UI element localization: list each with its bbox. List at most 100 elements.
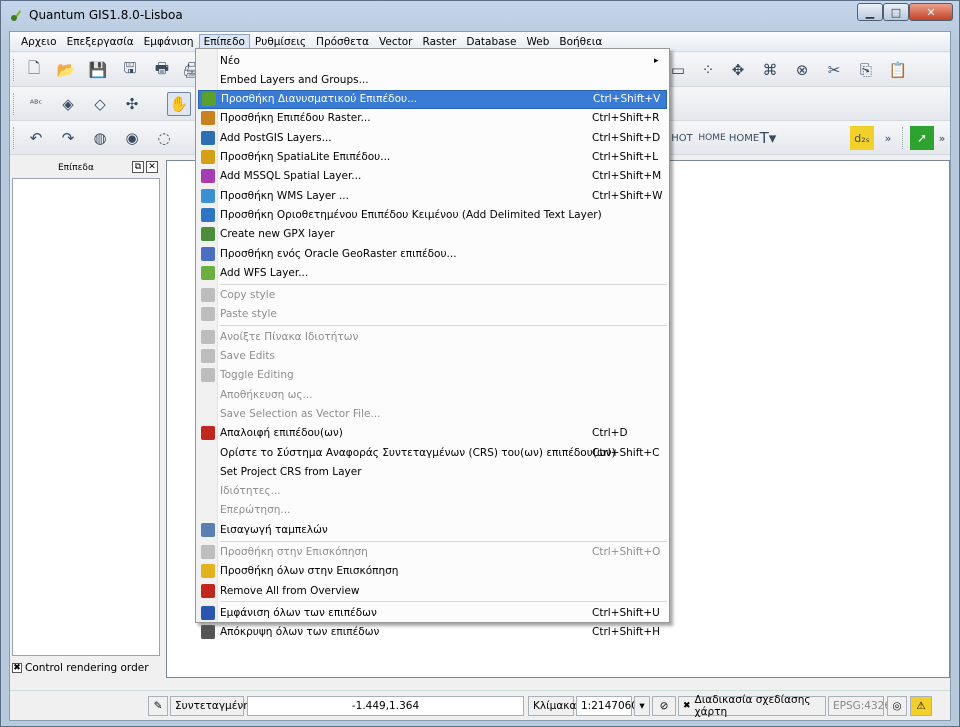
toolbar-grip[interactable] (13, 59, 16, 81)
layer-menu-item: Paste style (198, 305, 667, 324)
layer-menu-item[interactable]: Εμφάνιση όλων των επιπέδων Ctrl+Shift+U (198, 603, 667, 622)
menu-item-label: Απαλοιφή επιπέδου(ων) (220, 427, 343, 440)
scale-combobox[interactable]: 1:2147060 (576, 696, 638, 716)
coordinate-field[interactable]: -1.449,1.364 (247, 696, 524, 716)
layer-menu-item[interactable]: Νέο ▸ (198, 51, 667, 70)
layers-panel: Επίπεδα ⧉ ✕ ✖ Control rendering order (10, 160, 162, 682)
menu-item-label: Επερώτηση... (220, 504, 291, 517)
delete-ring-icon[interactable]: ◌ (152, 126, 176, 150)
layer-menu-item[interactable]: Προσθήκη όλων στην Επισκόπηση (198, 562, 667, 581)
node-tool-icon[interactable]: ⁘ (696, 58, 720, 82)
copy-style-icon (201, 288, 215, 303)
menu-item-label: Εισαγωγή ταμπελών (220, 523, 328, 536)
render-label: Διαδικασία σχεδίασης χάρτη (694, 694, 811, 718)
save-project-icon[interactable]: 💾 (86, 58, 110, 82)
toolbar-overflow-icon[interactable]: » (930, 126, 954, 150)
delete-selected-icon[interactable]: ⊗ (790, 58, 814, 82)
undo-icon[interactable]: ↶ (24, 126, 48, 150)
layer-menu-item[interactable]: Create new GPX layer (198, 225, 667, 244)
menu-view[interactable]: Εμφάνιση (139, 34, 199, 50)
layer-menu-item[interactable]: Προσθήκη Διανυσματικού Επιπέδου... Ctrl+S… (198, 89, 667, 109)
digitize-icon[interactable]: ⌘ (758, 58, 782, 82)
layer-menu-item[interactable]: Προσθήκη Οριοθετημένου Επιπέδου Κειμένου… (198, 205, 667, 224)
close-button[interactable]: ✕ (909, 3, 953, 21)
layer-menu-item[interactable]: Απόκρυψη όλων των επιπέδων Ctrl+Shift+H (198, 623, 667, 642)
scale-dropdown-icon[interactable]: ▾ (634, 696, 650, 716)
add-part-icon[interactable]: ◉ (120, 126, 144, 150)
add-ring-icon[interactable]: ◍ (88, 126, 112, 150)
open-project-icon[interactable]: 📂 (54, 58, 78, 82)
new-project-icon[interactable]: 🗋 (22, 58, 46, 82)
pan-hand-icon[interactable]: ✋ (167, 92, 191, 116)
print-composer-icon[interactable]: 🖶 (150, 58, 174, 82)
menu-item-label: Ορίστε το Σύστημα Αναφοράς Συντεταγμένων… (220, 446, 616, 459)
menu-item-shortcut: Ctrl+D (592, 427, 628, 440)
status-bar: ✎ Συντεταγμένη: -1.449,1.364 Κλίμακα 1:2… (10, 690, 950, 720)
layer-tree[interactable] (12, 178, 160, 656)
control-rendering-order[interactable]: ✖ Control rendering order (12, 662, 149, 674)
toggle-extents-icon[interactable]: ✎ (148, 696, 168, 716)
render-toggle[interactable]: ✖ Διαδικασία σχεδίασης χάρτη (678, 694, 826, 718)
copy-features-icon[interactable]: ⎘ (854, 58, 878, 82)
control-rendering-checkbox[interactable]: ✖ (12, 663, 22, 673)
layer-menu-item[interactable]: Προσθήκη Επιπέδου Raster... Ctrl+Shift+R (198, 109, 667, 128)
layers-panel-label: Επίπεδα (58, 163, 94, 173)
hot-overview-icon[interactable]: HOME (729, 126, 759, 150)
layer-menu-item[interactable]: Προσθήκη WMS Layer ... Ctrl+Shift+W (198, 186, 667, 205)
home-view-icon[interactable]: HOME (698, 126, 725, 150)
d2s-plugin-icon[interactable]: d₂ₛ (850, 126, 874, 150)
submenu-arrow-icon: ▸ (654, 55, 659, 66)
move-feature-icon[interactable]: ✥ (726, 58, 750, 82)
labeling-icon (201, 522, 215, 537)
spell-check-icon[interactable]: ᴬᴮᶜ (24, 92, 48, 116)
crs-status[interactable]: EPSG:4326 (828, 696, 891, 716)
toolbar-grip[interactable] (902, 127, 905, 149)
layer-menu-item[interactable]: Add PostGIS Layers... Ctrl+Shift+D (198, 128, 667, 147)
add-delimited-text-icon (201, 207, 215, 222)
menu-separator (220, 325, 667, 327)
close-panel-icon[interactable]: ✕ (146, 161, 158, 173)
toolbar-grip[interactable] (13, 127, 16, 149)
hotlink-icon[interactable]: HOT (670, 126, 694, 150)
toolbar-overflow-icon[interactable]: » (876, 126, 900, 150)
label-move-icon[interactable]: ✣ (120, 92, 144, 116)
layer-menu-item[interactable]: Απαλοιφή επιπέδου(ων) Ctrl+D (198, 424, 667, 443)
layer-menu-item[interactable]: Προσθήκη SpatiaLite Επιπέδου... Ctrl+Shif… (198, 148, 667, 167)
menu-separator (220, 540, 667, 542)
label-show-hide-icon[interactable]: ◇ (88, 92, 112, 116)
cut-features-icon[interactable]: ✂ (822, 58, 846, 82)
toolbar-grip[interactable] (13, 93, 16, 115)
maximize-button[interactable]: □ (883, 3, 909, 21)
menu-item-label: Προσθήκη Διανυσματικού Επιπέδου... (221, 93, 418, 106)
render-checkbox-icon[interactable]: ✖ (683, 701, 691, 711)
menu-item-label: Προσθήκη SpatiaLite Επιπέδου... (220, 151, 391, 163)
label-pin-icon[interactable]: ◈ (56, 92, 80, 116)
float-panel-icon[interactable]: ⧉ (132, 161, 144, 173)
text-annotation-icon[interactable]: T▾ (756, 126, 780, 150)
crs-globe-icon[interactable]: ◎ (887, 696, 907, 716)
menu-file[interactable]: Αρχειο (16, 34, 62, 50)
warning-icon[interactable]: ⚠ (910, 696, 932, 716)
layer-menu-item[interactable]: Add WFS Layer... (198, 263, 667, 282)
menu-item-label: Απόκρυψη όλων των επιπέδων (220, 626, 380, 639)
layer-menu-item[interactable]: Embed Layers and Groups... (198, 70, 667, 89)
layer-menu-item[interactable]: Set Project CRS from Layer (198, 462, 667, 481)
hide-all-layers-icon (201, 625, 215, 640)
minimize-button[interactable]: ▁ (857, 3, 883, 21)
layer-menu-item: Αποθήκευση ως... (198, 385, 667, 404)
window-title: Quantum GIS1.8.0-Lisboa (29, 8, 183, 22)
stop-render-icon[interactable]: ⊘ (652, 696, 676, 716)
paste-features-icon[interactable]: 📋 (886, 58, 910, 82)
layer-menu-item[interactable]: Εισαγωγή ταμπελών (198, 520, 667, 539)
redo-icon[interactable]: ↷ (56, 126, 80, 150)
layer-menu-item[interactable]: Προσθήκη ενός Oracle GeoRaster επιπέδου.… (198, 244, 667, 263)
menu-item-label: Προσθήκη Οριοθετημένου Επιπέδου Κειμένου… (220, 208, 602, 221)
menu-edit[interactable]: Επεξεργασία (62, 34, 139, 50)
menu-item-label: Remove All from Overview (220, 584, 360, 597)
save-as-icon[interactable]: 🖫 (118, 58, 142, 82)
title-bar[interactable]: Quantum GIS1.8.0-Lisboa ▁ □ ✕ (1, 1, 959, 29)
layer-menu-item[interactable]: Remove All from Overview (198, 581, 667, 600)
layer-menu-item[interactable]: Add MSSQL Spatial Layer... Ctrl+Shift+M (198, 167, 667, 186)
add-all-overview-icon (201, 564, 215, 579)
layer-menu-item[interactable]: Ορίστε το Σύστημα Αναφοράς Συντεταγμένων… (198, 443, 667, 462)
